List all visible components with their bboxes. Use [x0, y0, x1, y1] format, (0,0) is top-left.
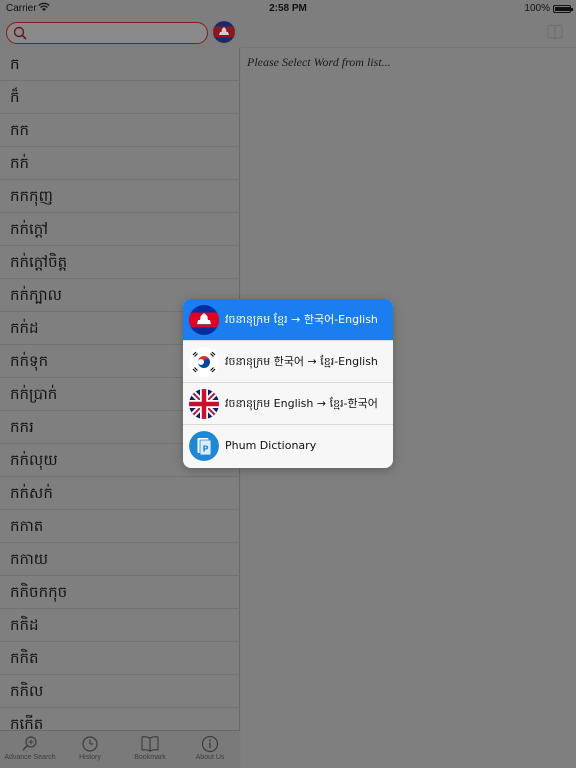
status-bar: Carrier 2:58 PM 100% [0, 0, 576, 18]
search-plus-icon [22, 736, 37, 751]
word-list-item[interactable]: កកិត [0, 642, 240, 675]
search-field[interactable] [6, 22, 208, 44]
detail-placeholder-text: Please Select Word from list... [247, 55, 391, 69]
status-time: 2:58 PM [269, 3, 307, 14]
tab-label: Bookmark [134, 754, 166, 761]
search-icon [13, 26, 27, 40]
menu-item-phum-dictionary[interactable]: P Phum Dictionary [183, 425, 393, 467]
word-list-item[interactable]: កក់ [0, 147, 240, 180]
cambodia-flag-icon [189, 305, 219, 335]
detail-nav-bar [241, 18, 576, 48]
battery-percentage: 100% [524, 3, 550, 14]
menu-item-label: Phum Dictionary [225, 439, 317, 452]
search-input[interactable] [31, 25, 201, 41]
word-list-item[interactable]: កកិដ [0, 609, 240, 642]
tab-label: History [79, 754, 101, 761]
battery-icon [553, 5, 573, 13]
book-icon [141, 736, 159, 752]
korea-flag-icon [189, 347, 219, 377]
word-list-item[interactable]: កកាយ [0, 543, 240, 576]
menu-item-english-khmer-korean[interactable]: វចនានុក្រម English → ខ្មែរ-한국어 [183, 383, 393, 425]
uk-flag-icon [189, 389, 219, 419]
phum-dictionary-icon: P [189, 431, 219, 461]
word-list-item[interactable]: កកាត [0, 510, 240, 543]
tab-bar: Advance Search History Bookmark About Us [0, 730, 240, 768]
tab-label: Advance Search [4, 754, 56, 761]
menu-item-label: វចនានុក្រម English → ខ្មែរ-한국어 [225, 397, 378, 410]
menu-item-khmer-korean-english[interactable]: វចនានុក្រម ខ្មែរ → 한국어-English [183, 299, 393, 341]
menu-item-label: វចនានុក្រម ខ្មែរ → 한국어-English [225, 313, 378, 326]
language-flag-button[interactable] [213, 21, 235, 43]
word-list-item[interactable]: កកិចកកុច [0, 576, 240, 609]
clock-icon [82, 736, 98, 752]
word-list-item[interactable]: កកកុញ [0, 180, 240, 213]
svg-text:P: P [203, 445, 209, 454]
dictionary-selector-popover: វចនានុក្រម ខ្មែរ → 한국어-English វចនានុក្រ… [183, 299, 393, 468]
word-list-item[interactable]: ក៏ [0, 81, 240, 114]
word-list-item[interactable]: កក់សក់ [0, 477, 240, 510]
word-list-item[interactable]: កក់ក្ដៅ [0, 213, 240, 246]
word-list-item[interactable]: កក [0, 114, 240, 147]
menu-item-korean-khmer-english[interactable]: វចនានុក្រម 한국어 → ខ្មែរ-English [183, 341, 393, 383]
book-icon[interactable] [546, 23, 564, 41]
tab-label: About Us [195, 754, 225, 761]
word-list-item[interactable]: កកិល [0, 675, 240, 708]
word-list-item[interactable]: កក់ក្ដៅចិត្ត [0, 246, 240, 279]
word-list-item[interactable]: កកើត [0, 708, 240, 730]
word-list-item[interactable]: ក [0, 48, 240, 81]
menu-item-label: វចនានុក្រម 한국어 → ខ្មែរ-English [225, 355, 378, 368]
tab-bookmark[interactable]: Bookmark [120, 731, 180, 768]
info-icon [201, 735, 219, 753]
tab-about-us[interactable]: About Us [180, 731, 240, 768]
tab-history[interactable]: History [60, 731, 120, 768]
tab-advance-search[interactable]: Advance Search [0, 731, 60, 768]
search-bar [0, 18, 240, 48]
cambodia-flag-icon [213, 21, 235, 43]
